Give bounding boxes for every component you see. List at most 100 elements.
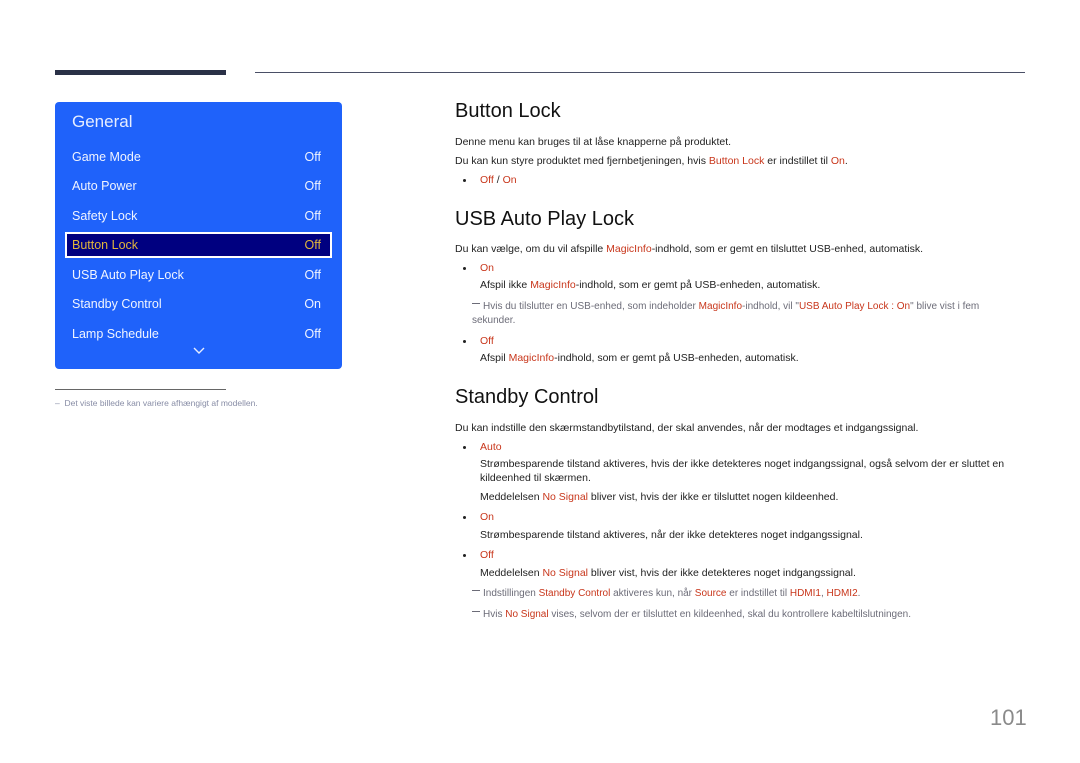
bullet-icon [463, 553, 466, 557]
option-label: Off [480, 335, 494, 347]
standby-off-desc: Meddelelsen No Signal bliver vist, hvis … [480, 566, 856, 580]
menu-item-value: Off [304, 238, 321, 252]
text: Meddelelsen [480, 567, 543, 579]
bullet-icon [463, 266, 466, 270]
highlight: Standby Control [538, 588, 611, 599]
menu-item-usb-auto-play-lock[interactable]: USB Auto Play Lock Off [65, 262, 332, 288]
text: Afspil ikke [480, 279, 531, 291]
menu-item-auto-power[interactable]: Auto Power Off [65, 173, 332, 199]
bullet-icon [463, 339, 466, 343]
option-on: On [502, 174, 517, 186]
text: bliver vist, hvis der ikke detekteres no… [588, 567, 856, 579]
standby-note-1: Indstillingen Standby Control aktiveres … [472, 587, 860, 601]
menu-item-game-mode[interactable]: Game Mode Off [65, 144, 332, 170]
highlight: Button Lock [708, 155, 765, 167]
bullet-icon [463, 515, 466, 519]
usb-option-off-desc: Afspil MagicInfo-indhold, som er gemt på… [480, 351, 799, 365]
text: Hvis [483, 609, 506, 620]
standby-description: Du kan indstille den skærmstandbytilstan… [455, 422, 919, 434]
menu-item-value: On [304, 297, 321, 311]
menu-item-label: Lamp Schedule [72, 327, 159, 341]
option-label: On [480, 511, 495, 523]
text: . [857, 588, 861, 599]
note-dash-icon [472, 611, 480, 612]
usb-option-on: On [463, 262, 494, 274]
text: Indstillingen [483, 588, 539, 599]
menu-item-label: Auto Power [72, 179, 137, 193]
usb-description: Du kan vælge, om du vil afspille MagicIn… [455, 242, 923, 256]
highlight: On [830, 155, 845, 167]
highlight: HDMI1 [789, 588, 821, 599]
highlight: MagicInfo [530, 279, 576, 291]
button-lock-note: Du kan kun styre produktet med fjernbetj… [455, 154, 848, 168]
menu-item-button-lock[interactable]: Button Lock Off [65, 232, 332, 258]
menu-item-label: USB Auto Play Lock [72, 268, 184, 282]
text: bliver vist, hvis der ikke er tilsluttet… [588, 491, 839, 503]
menu-item-value: Off [304, 327, 321, 341]
highlight: No Signal [505, 609, 549, 620]
text: -indhold, som er gemt en tilsluttet USB-… [651, 243, 924, 255]
highlight: MagicInfo [606, 243, 652, 255]
note-dash-icon [472, 590, 480, 591]
option-off: Off [480, 174, 494, 186]
chevron-down-icon[interactable] [193, 346, 205, 356]
standby-option-off: Off [463, 549, 494, 561]
section-title-usb-auto-play-lock: USB Auto Play Lock [455, 208, 634, 230]
bullet-icon [463, 445, 466, 449]
highlight: MagicInfo [508, 352, 555, 364]
text: -indhold, som er gemt på USB-enheden, au… [575, 279, 821, 291]
menu-item-value: Off [304, 150, 321, 164]
bullet-icon [463, 178, 466, 182]
section-title-button-lock: Button Lock [455, 100, 561, 122]
highlight: MagicInfo [698, 301, 743, 312]
menu-item-label: Standby Control [72, 297, 162, 311]
text: -indhold, vil " [742, 301, 799, 312]
option-label: Off [480, 549, 494, 561]
menu-item-value: Off [304, 209, 321, 223]
highlight: HDMI2 [826, 588, 858, 599]
text: -indhold, som er gemt på USB-enheden, au… [554, 352, 799, 364]
text: Du kan vælge, om du vil afspille [455, 243, 607, 255]
text: Meddelelsen [480, 491, 543, 503]
header-bar-thick [55, 70, 226, 75]
menu-item-safety-lock[interactable]: Safety Lock Off [65, 203, 332, 229]
button-lock-options: Off / On [463, 174, 517, 186]
separator: / [493, 174, 503, 186]
menu-item-standby-control[interactable]: Standby Control On [65, 291, 332, 317]
menu-item-value: Off [304, 179, 321, 193]
general-menu-panel: General Game Mode Off Auto Power Off Saf… [55, 102, 342, 369]
note-dash-icon [472, 303, 480, 304]
usb-option-off: Off [463, 335, 494, 347]
standby-option-auto: Auto [463, 441, 502, 453]
option-label: On [480, 262, 495, 274]
highlight: Source [694, 588, 727, 599]
usb-option-on-desc: Afspil ikke MagicInfo-indhold, som er ge… [480, 278, 820, 292]
text: aktiveres kun, når [610, 588, 695, 599]
usb-note: Hvis du tilslutter en USB-enhed, som ind… [472, 300, 1017, 328]
menu-item-label: Game Mode [72, 150, 141, 164]
menu-item-label: Button Lock [72, 238, 139, 252]
page-number: 101 [990, 705, 1027, 730]
section-title-standby-control: Standby Control [455, 386, 599, 408]
menu-title: General [72, 112, 133, 131]
standby-note-2: Hvis No Signal vises, selvom der er tils… [472, 608, 911, 622]
text: Hvis du tilslutter en USB-enhed, som ind… [483, 301, 699, 312]
text: . [844, 155, 848, 167]
highlight: USB Auto Play Lock : On [798, 301, 911, 312]
menu-item-lamp-schedule[interactable]: Lamp Schedule Off [65, 321, 332, 347]
standby-on-desc: Strømbesparende tilstand aktiveres, når … [480, 529, 863, 541]
standby-auto-msg: Meddelelsen No Signal bliver vist, hvis … [480, 490, 838, 504]
standby-auto-desc: Strømbesparende tilstand aktiveres, hvis… [480, 458, 1005, 484]
footnote: – Det viste billede kan variere afhængig… [55, 398, 258, 408]
button-lock-description: Denne menu kan bruges til at låse knappe… [455, 136, 732, 148]
text: Du kan kun styre produktet med fjernbetj… [455, 155, 709, 167]
text: vises, selvom der er tilsluttet en kilde… [548, 609, 912, 620]
menu-item-label: Safety Lock [72, 209, 138, 223]
footnote-divider [55, 389, 226, 390]
highlight: No Signal [542, 491, 588, 503]
option-label: Auto [480, 441, 502, 453]
menu-item-value: Off [304, 268, 321, 282]
standby-option-on: On [463, 511, 494, 523]
header-rule [255, 72, 1025, 73]
footnote-text: Det viste billede kan variere afhængigt … [64, 398, 258, 408]
